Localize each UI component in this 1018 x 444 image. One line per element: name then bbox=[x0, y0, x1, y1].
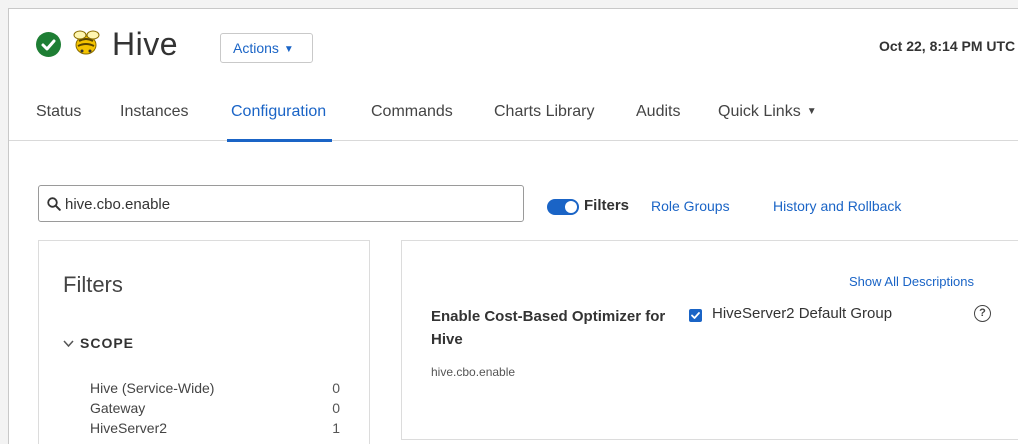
tab-charts-library[interactable]: Charts Library bbox=[494, 99, 594, 141]
tab-configuration[interactable]: Configuration bbox=[226, 99, 333, 142]
scope-item-label: Hive (Service-Wide) bbox=[90, 380, 215, 396]
scope-item-count: 0 bbox=[332, 400, 340, 416]
check-circle-icon bbox=[36, 32, 61, 57]
group-checkbox[interactable] bbox=[689, 309, 702, 322]
scope-item-count: 1 bbox=[332, 420, 340, 436]
tab-audits[interactable]: Audits bbox=[636, 99, 680, 141]
show-all-descriptions-link[interactable]: Show All Descriptions bbox=[849, 274, 974, 289]
config-results-panel: Show All Descriptions Enable Cost-Based … bbox=[401, 240, 1018, 440]
actions-button-label: Actions bbox=[233, 40, 279, 56]
quick-links-label: Quick Links bbox=[718, 103, 801, 120]
tab-quick-links[interactable]: Quick Links ▼ bbox=[718, 99, 817, 141]
service-title: Hive bbox=[112, 26, 179, 62]
history-rollback-link[interactable]: History and Rollback bbox=[773, 198, 901, 214]
property-key: hive.cbo.enable bbox=[431, 365, 516, 379]
filters-panel-title: Filters bbox=[63, 272, 123, 297]
service-tabs: Status Instances Configuration Commands … bbox=[9, 99, 1018, 142]
actions-dropdown-button[interactable]: Actions ▼ bbox=[220, 33, 313, 63]
property-display-name: Enable Cost-Based Optimizer for Hive bbox=[431, 308, 666, 348]
tab-status[interactable]: Status bbox=[36, 99, 81, 141]
hive-logo-icon bbox=[70, 29, 102, 59]
role-group-label: HiveServer2 Default Group bbox=[712, 305, 893, 322]
tab-commands[interactable]: Commands bbox=[371, 99, 453, 141]
tab-instances[interactable]: Instances bbox=[120, 99, 188, 141]
scope-label: SCOPE bbox=[80, 335, 135, 351]
scope-section-toggle[interactable]: SCOPE bbox=[63, 335, 134, 351]
scope-item-gateway[interactable]: Gateway 0 bbox=[90, 400, 340, 416]
caret-down-icon: ▼ bbox=[806, 106, 817, 117]
scope-item-hiveserver2[interactable]: HiveServer2 1 bbox=[90, 420, 340, 436]
role-groups-link[interactable]: Role Groups bbox=[651, 198, 730, 214]
timestamp: Oct 22, 8:14 PM UTC bbox=[879, 38, 1016, 54]
scope-item-label: Gateway bbox=[90, 400, 146, 416]
filters-panel: Filters SCOPE Hive (Service-Wide) 0 Gate… bbox=[38, 240, 370, 444]
config-search-box bbox=[38, 185, 524, 222]
config-search-input[interactable] bbox=[65, 190, 515, 218]
scope-item-hive-service-wide[interactable]: Hive (Service-Wide) 0 bbox=[90, 380, 340, 396]
checkmark-icon bbox=[691, 312, 700, 319]
service-header: Hive Actions ▼ Oct 22, 8:14 PM UTC bbox=[9, 9, 1018, 79]
scope-item-label: HiveServer2 bbox=[90, 420, 168, 436]
chevron-down-icon bbox=[63, 335, 74, 351]
search-icon bbox=[47, 197, 61, 211]
scope-item-count: 0 bbox=[332, 380, 340, 396]
toggle-knob bbox=[565, 201, 577, 213]
filters-toggle-label: Filters bbox=[584, 197, 630, 214]
filters-toggle[interactable] bbox=[547, 199, 579, 215]
cloudera-manager-window: Hive Actions ▼ Oct 22, 8:14 PM UTC Status… bbox=[8, 8, 1018, 444]
question-circle-icon[interactable]: ? bbox=[974, 305, 991, 322]
caret-down-icon: ▼ bbox=[283, 44, 294, 55]
